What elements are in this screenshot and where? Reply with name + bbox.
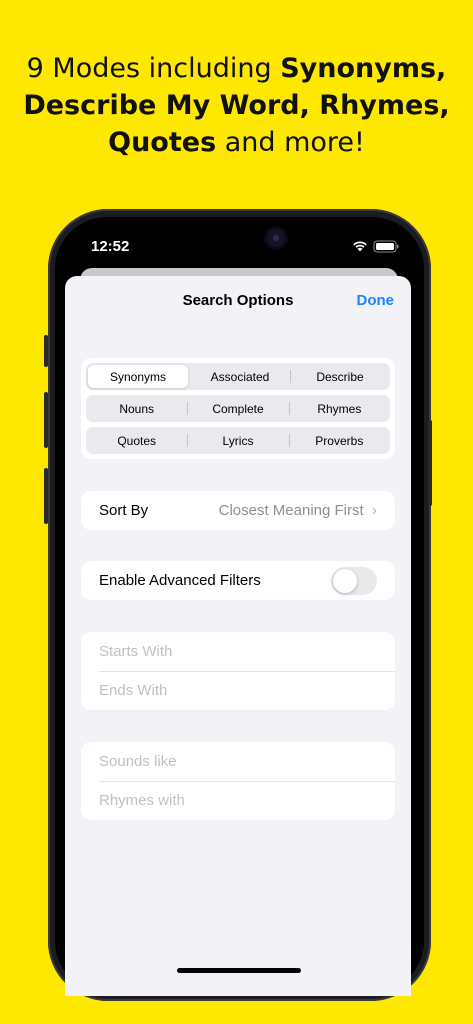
ends-with-field[interactable]: Ends With — [81, 671, 395, 710]
sound-filter-card: Sounds like Rhymes with — [81, 742, 395, 820]
mode-lyrics[interactable]: Lyrics — [187, 427, 288, 454]
wifi-icon — [353, 241, 367, 252]
mute-switch — [44, 335, 48, 367]
volume-up-button — [44, 392, 48, 448]
advanced-filters-card: Enable Advanced Filters — [81, 561, 395, 600]
chevron-right-icon: › — [371, 501, 377, 519]
headline-line3-bold: Quotes — [108, 127, 217, 158]
mode-row-2: Nouns Complete Rhymes — [86, 395, 390, 422]
mode-quotes[interactable]: Quotes — [86, 427, 187, 454]
volume-down-button — [44, 468, 48, 524]
sort-by-row[interactable]: Sort By Closest Meaning First › — [81, 491, 395, 530]
sounds-like-placeholder: Sounds like — [99, 753, 177, 770]
mode-complete[interactable]: Complete — [187, 395, 288, 422]
notch — [160, 217, 316, 247]
advanced-filters-toggle[interactable] — [331, 566, 377, 595]
done-button[interactable]: Done — [357, 292, 395, 309]
ends-with-placeholder: Ends With — [99, 682, 168, 699]
headline-line3-plain: and more! — [216, 127, 365, 158]
headline-line2-bold: Describe My Word, Rhymes, — [23, 90, 450, 121]
status-time: 12:52 — [91, 238, 130, 255]
search-options-sheet: Search Options Done Synonyms Associated … — [65, 276, 411, 996]
home-indicator — [177, 968, 301, 973]
mode-synonyms[interactable]: Synonyms — [88, 365, 188, 388]
sounds-like-field[interactable]: Sounds like — [81, 742, 395, 781]
status-icons — [353, 240, 399, 253]
camera-icon — [267, 229, 285, 247]
starts-with-field[interactable]: Starts With — [81, 632, 395, 671]
sort-by-value: Closest Meaning First — [218, 502, 364, 519]
rhymes-with-placeholder: Rhymes with — [99, 792, 185, 809]
sort-by-label: Sort By — [99, 502, 149, 519]
rhymes-with-field[interactable]: Rhymes with — [81, 781, 395, 820]
battery-icon — [373, 240, 399, 253]
sort-card: Sort By Closest Meaning First › — [81, 491, 395, 530]
mode-row-1: Synonyms Associated Describe — [86, 363, 390, 390]
mode-row-3: Quotes Lyrics Proverbs — [86, 427, 390, 454]
promo-headline: 9 Modes including Synonyms, Describe My … — [0, 50, 473, 161]
mode-nouns[interactable]: Nouns — [86, 395, 187, 422]
advanced-filters-row: Enable Advanced Filters — [81, 561, 395, 600]
advanced-filters-label: Enable Advanced Filters — [99, 572, 261, 589]
mode-associated[interactable]: Associated — [190, 363, 290, 390]
mode-proverbs[interactable]: Proverbs — [288, 427, 390, 454]
mode-selector: Synonyms Associated Describe Nouns Compl… — [81, 358, 395, 459]
headline-line1-plain: 9 Modes including — [26, 53, 281, 84]
word-filter-card: Starts With Ends With — [81, 632, 395, 710]
mode-rhymes[interactable]: Rhymes — [288, 395, 390, 422]
mode-describe[interactable]: Describe — [290, 363, 390, 390]
headline-line1-bold: Synonyms, — [280, 53, 447, 84]
starts-with-placeholder: Starts With — [99, 643, 173, 660]
toggle-knob — [333, 568, 357, 593]
power-button — [428, 420, 432, 506]
